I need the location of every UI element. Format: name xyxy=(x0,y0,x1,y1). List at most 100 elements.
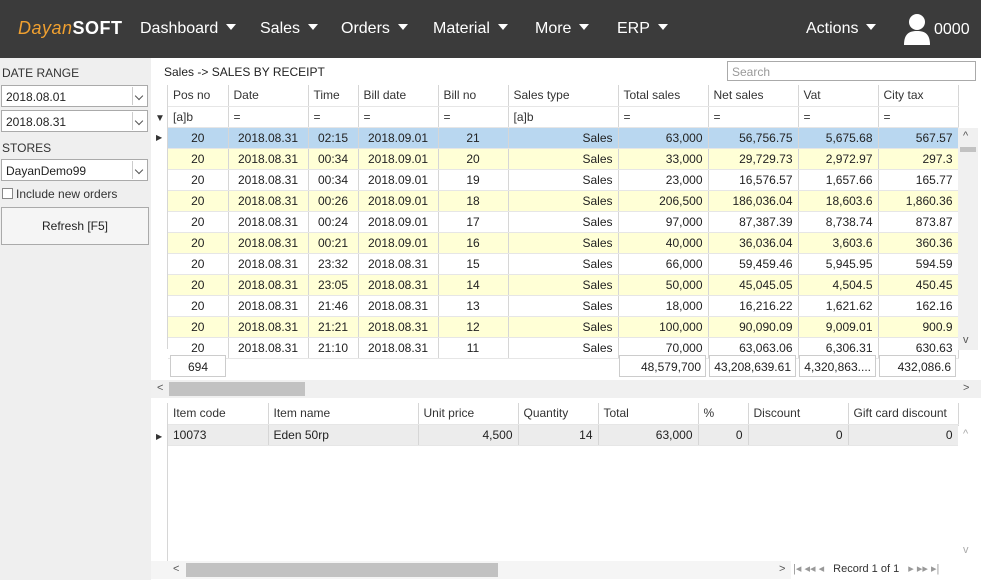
column-header[interactable]: Time xyxy=(308,85,359,107)
table-cell[interactable]: 63,000 xyxy=(598,424,699,446)
filter-icon[interactable]: ▼ xyxy=(155,113,165,124)
table-cell[interactable]: 567.57 xyxy=(878,127,959,149)
table-cell[interactable]: 2018.08.31 xyxy=(358,274,439,296)
table-cell[interactable]: 2018.08.31 xyxy=(358,295,439,317)
table-cell[interactable]: 18,603.6 xyxy=(798,190,879,212)
table-cell[interactable]: 2018.08.31 xyxy=(228,253,309,275)
scroll-left-icon[interactable]: < xyxy=(173,563,179,575)
last-page-icon[interactable]: ▸| xyxy=(931,563,939,575)
scroll-left-icon[interactable]: < xyxy=(157,382,163,394)
table-row[interactable]: 20 2018.08.31 23:32 2018.08.31 15 Sales 66,000… xyxy=(168,253,959,275)
table-cell[interactable]: 100,000 xyxy=(618,316,709,338)
store-select[interactable]: DayanDemo99 xyxy=(1,159,148,181)
table-cell[interactable]: 20 xyxy=(168,316,229,338)
app-logo[interactable]: DayanSOFT xyxy=(18,18,123,39)
table-cell[interactable]: 16 xyxy=(438,232,509,254)
table-cell[interactable]: 23:05 xyxy=(308,274,359,296)
table-cell[interactable]: 00:26 xyxy=(308,190,359,212)
table-cell[interactable]: 40,000 xyxy=(618,232,709,254)
column-header[interactable]: Total xyxy=(598,403,699,425)
table-cell[interactable]: 0 xyxy=(698,424,749,446)
column-header[interactable]: % xyxy=(698,403,749,425)
include-new-orders-checkbox[interactable] xyxy=(2,188,13,199)
nav-sales[interactable]: Sales xyxy=(260,20,319,38)
nav-actions[interactable]: Actions xyxy=(806,20,877,38)
table-cell[interactable]: 17 xyxy=(438,211,509,233)
table-row[interactable]: 20 2018.08.31 00:24 2018.09.01 17 Sales 97,000… xyxy=(168,211,959,233)
table-cell[interactable]: 0 xyxy=(748,424,849,446)
table-cell[interactable]: 20 xyxy=(168,295,229,317)
first-page-icon[interactable]: |◂ xyxy=(793,563,801,575)
table-cell[interactable]: 2018.09.01 xyxy=(358,211,439,233)
table-cell[interactable]: 45,045.05 xyxy=(708,274,799,296)
table-row[interactable]: 20 2018.08.31 00:21 2018.09.01 16 Sales 40,000… xyxy=(168,232,959,254)
table-cell[interactable]: 50,000 xyxy=(618,274,709,296)
column-filter[interactable]: = xyxy=(358,106,439,128)
scroll-right-icon[interactable]: > xyxy=(779,563,785,575)
scroll-thumb[interactable] xyxy=(960,147,976,152)
sales-grid-vscroll[interactable]: ^ v xyxy=(958,128,978,350)
table-cell[interactable]: 8,738.74 xyxy=(798,211,879,233)
detail-grid-hscroll[interactable]: < > xyxy=(151,561,791,579)
table-cell[interactable]: 2018.08.31 xyxy=(358,337,439,359)
scroll-up-icon[interactable]: ^ xyxy=(963,428,968,440)
detail-grid-vscroll[interactable]: ^ v xyxy=(958,426,978,561)
table-cell[interactable]: 4,500 xyxy=(418,424,519,446)
nav-erp[interactable]: ERP xyxy=(617,20,668,38)
table-cell[interactable]: 20 xyxy=(168,148,229,170)
table-row[interactable]: 10073 Eden 50rp 4,500 14 63,000 0 0 0 xyxy=(168,424,959,446)
table-cell[interactable]: 297.3 xyxy=(878,148,959,170)
nav-orders[interactable]: Orders xyxy=(341,20,408,38)
table-cell[interactable]: Sales xyxy=(508,148,619,170)
table-cell[interactable]: 162.16 xyxy=(878,295,959,317)
search-input[interactable]: Search xyxy=(727,61,976,81)
table-cell[interactable]: 2018.09.01 xyxy=(358,127,439,149)
date-to-picker[interactable]: 2018.08.31 xyxy=(1,110,148,132)
table-cell[interactable]: 02:15 xyxy=(308,127,359,149)
scroll-down-icon[interactable]: v xyxy=(963,544,969,556)
table-cell[interactable]: 33,000 xyxy=(618,148,709,170)
table-cell[interactable]: 56,756.75 xyxy=(708,127,799,149)
table-cell[interactable]: Sales xyxy=(508,169,619,191)
table-cell[interactable]: 2018.08.31 xyxy=(358,316,439,338)
table-cell[interactable]: Sales xyxy=(508,253,619,275)
table-cell[interactable]: Sales xyxy=(508,274,619,296)
table-cell[interactable]: 2018.08.31 xyxy=(228,316,309,338)
table-cell[interactable]: 21:21 xyxy=(308,316,359,338)
table-cell[interactable]: 87,387.39 xyxy=(708,211,799,233)
table-row[interactable]: 20 2018.08.31 00:26 2018.09.01 18 Sales 206,50… xyxy=(168,190,959,212)
chevron-down-icon[interactable] xyxy=(132,161,146,179)
table-cell[interactable]: 2018.08.31 xyxy=(228,148,309,170)
table-cell[interactable]: 186,036.04 xyxy=(708,190,799,212)
column-header[interactable]: City tax xyxy=(878,85,959,107)
table-cell[interactable]: Sales xyxy=(508,190,619,212)
table-cell[interactable]: 16,576.57 xyxy=(708,169,799,191)
table-cell[interactable]: 00:21 xyxy=(308,232,359,254)
table-cell[interactable]: 23:32 xyxy=(308,253,359,275)
table-cell[interactable]: 900.9 xyxy=(878,316,959,338)
table-cell[interactable]: 2,972.97 xyxy=(798,148,879,170)
scroll-thumb[interactable] xyxy=(186,563,498,577)
table-cell[interactable]: 0 xyxy=(848,424,959,446)
table-cell[interactable]: 21:10 xyxy=(308,337,359,359)
table-cell[interactable]: 18,000 xyxy=(618,295,709,317)
column-filter[interactable]: = xyxy=(308,106,359,128)
next-page-icon[interactable]: ▸ xyxy=(908,563,914,575)
table-cell[interactable]: 2018.09.01 xyxy=(358,169,439,191)
date-from-picker[interactable]: 2018.08.01 xyxy=(1,85,148,107)
table-cell[interactable]: 29,729.73 xyxy=(708,148,799,170)
chevron-down-icon[interactable] xyxy=(132,87,146,105)
table-cell[interactable]: 15 xyxy=(438,253,509,275)
table-cell[interactable]: 59,459.46 xyxy=(708,253,799,275)
column-header[interactable]: Net sales xyxy=(708,85,799,107)
table-cell[interactable]: 18 xyxy=(438,190,509,212)
table-cell[interactable]: 1,621.62 xyxy=(798,295,879,317)
table-cell[interactable]: 20 xyxy=(168,211,229,233)
table-cell[interactable]: 21 xyxy=(438,127,509,149)
column-header[interactable]: Bill date xyxy=(358,85,439,107)
column-header[interactable]: Item code xyxy=(168,403,269,425)
column-header[interactable]: Unit price xyxy=(418,403,519,425)
table-cell[interactable]: 23,000 xyxy=(618,169,709,191)
table-cell[interactable]: 2018.09.01 xyxy=(358,190,439,212)
table-row[interactable]: 20 2018.08.31 00:34 2018.09.01 20 Sales 33,000… xyxy=(168,148,959,170)
